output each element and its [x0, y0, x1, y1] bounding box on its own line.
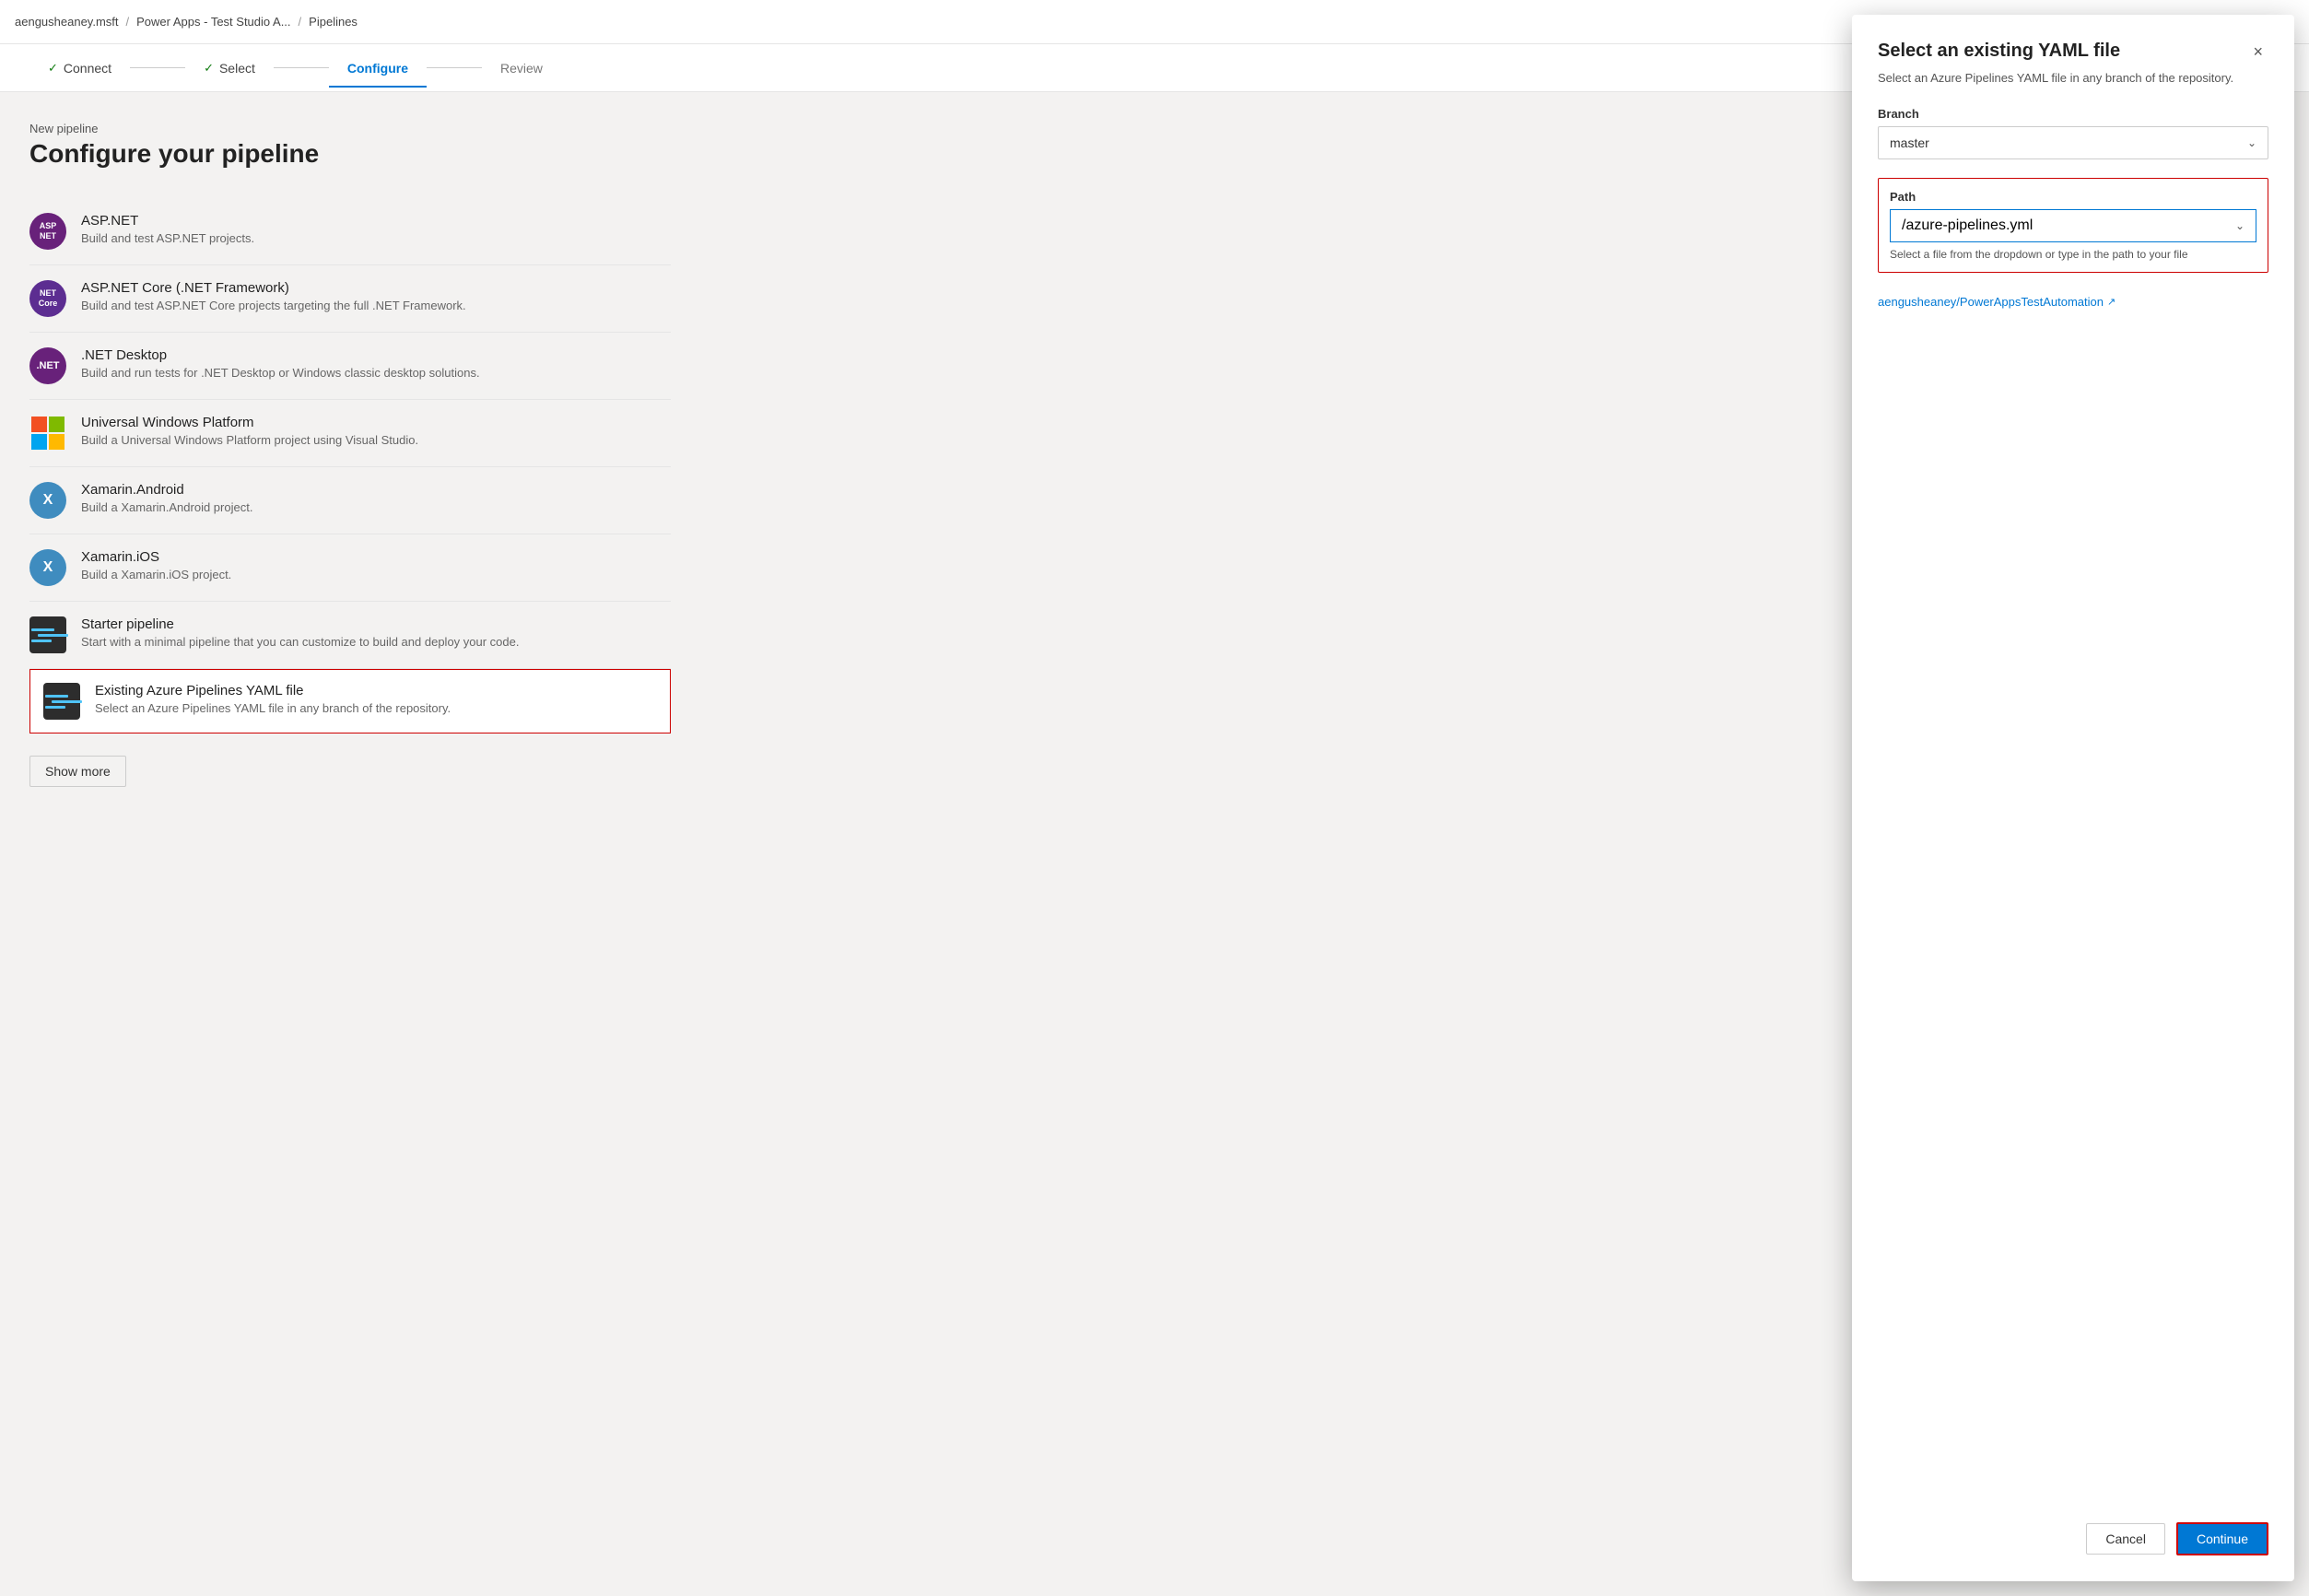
- topbar-sep2: /: [299, 15, 302, 29]
- uwp-icon: [29, 415, 66, 452]
- option-xamarin-ios-title: Xamarin.iOS: [81, 549, 671, 565]
- branch-chevron-icon: ⌄: [2247, 136, 2256, 149]
- path-chevron-icon[interactable]: ⌄: [2235, 219, 2245, 232]
- show-more-button[interactable]: Show more: [29, 756, 126, 787]
- repo-link[interactable]: aengusheaney/PowerAppsTestAutomation ↗: [1878, 295, 2268, 309]
- option-existing-yaml[interactable]: Existing Azure Pipelines YAML file Selec…: [29, 669, 671, 733]
- starter-icon: [29, 616, 66, 653]
- option-aspnet-title: ASP.NET: [81, 213, 671, 229]
- option-aspnet[interactable]: ASPNET ASP.NET Build and test ASP.NET pr…: [29, 198, 671, 265]
- step-line-1: [130, 67, 185, 68]
- xamarin-android-icon: X: [29, 482, 66, 519]
- path-input-wrapper: /azure-pipelines.yml ⌄: [1890, 209, 2256, 242]
- path-hint: Select a file from the dropdown or type …: [1890, 248, 2256, 261]
- wizard-step-connect[interactable]: ✓ Connect: [29, 61, 130, 76]
- option-net-desktop[interactable]: .NET .NET Desktop Build and run tests fo…: [29, 333, 671, 400]
- option-existing-yaml-title: Existing Azure Pipelines YAML file: [95, 683, 657, 698]
- option-net-desktop-desc: Build and run tests for .NET Desktop or …: [81, 366, 671, 380]
- repo-link-label: aengusheaney/PowerAppsTestAutomation: [1878, 295, 2104, 309]
- option-uwp-desc: Build a Universal Windows Platform proje…: [81, 433, 671, 447]
- yaml-modal: Select an existing YAML file × Select an…: [1852, 15, 2294, 1581]
- wizard-step-select[interactable]: ✓ Select: [185, 61, 274, 76]
- option-aspnet-core[interactable]: NETCore ASP.NET Core (.NET Framework) Bu…: [29, 265, 671, 333]
- path-value[interactable]: /azure-pipelines.yml: [1902, 217, 2033, 234]
- branch-label: Branch: [1878, 107, 2268, 121]
- option-starter-desc: Start with a minimal pipeline that you c…: [81, 635, 671, 649]
- option-uwp[interactable]: Universal Windows Platform Build a Unive…: [29, 400, 671, 467]
- aspnet-core-icon: NETCore: [29, 280, 66, 317]
- topbar-org[interactable]: aengusheaney.msft: [15, 15, 119, 29]
- topbar-sep1: /: [126, 15, 130, 29]
- option-starter-text: Starter pipeline Start with a minimal pi…: [81, 616, 671, 649]
- aspnet-icon: ASPNET: [29, 213, 66, 250]
- branch-form-group: Branch master ⌄: [1878, 107, 2268, 159]
- connect-label: Connect: [64, 61, 111, 76]
- cancel-button[interactable]: Cancel: [2086, 1523, 2165, 1555]
- modal-header: Select an existing YAML file ×: [1878, 41, 2268, 64]
- path-label: Path: [1890, 190, 2256, 204]
- select-label: Select: [219, 61, 255, 76]
- option-existing-yaml-text: Existing Azure Pipelines YAML file Selec…: [95, 683, 657, 715]
- branch-select[interactable]: master ⌄: [1878, 126, 2268, 159]
- option-net-desktop-title: .NET Desktop: [81, 347, 671, 363]
- modal-subtitle: Select an Azure Pipelines YAML file in a…: [1878, 71, 2268, 85]
- option-starter-title: Starter pipeline: [81, 616, 671, 632]
- review-label: Review: [500, 61, 543, 76]
- pipeline-options-list: ASPNET ASP.NET Build and test ASP.NET pr…: [29, 198, 671, 733]
- connect-check-icon: ✓: [48, 61, 58, 76]
- path-form-group: Path /azure-pipelines.yml ⌄ Select a fil…: [1878, 178, 2268, 273]
- option-uwp-text: Universal Windows Platform Build a Unive…: [81, 415, 671, 447]
- select-check-icon: ✓: [204, 61, 214, 76]
- option-xamarin-android[interactable]: X Xamarin.Android Build a Xamarin.Androi…: [29, 467, 671, 534]
- option-xamarin-ios-desc: Build a Xamarin.iOS project.: [81, 568, 671, 581]
- option-aspnet-core-text: ASP.NET Core (.NET Framework) Build and …: [81, 280, 671, 312]
- option-net-desktop-text: .NET Desktop Build and run tests for .NE…: [81, 347, 671, 380]
- option-xamarin-android-text: Xamarin.Android Build a Xamarin.Android …: [81, 482, 671, 514]
- option-aspnet-text: ASP.NET Build and test ASP.NET projects.: [81, 213, 671, 245]
- option-starter[interactable]: Starter pipeline Start with a minimal pi…: [29, 602, 671, 669]
- option-xamarin-ios-text: Xamarin.iOS Build a Xamarin.iOS project.: [81, 549, 671, 581]
- option-xamarin-android-title: Xamarin.Android: [81, 482, 671, 498]
- modal-close-button[interactable]: ×: [2247, 41, 2268, 64]
- topbar-current-page: Pipelines: [309, 15, 357, 29]
- option-existing-yaml-desc: Select an Azure Pipelines YAML file in a…: [95, 701, 657, 715]
- new-pipeline-label: New pipeline: [29, 122, 671, 135]
- step-line-3: [427, 67, 482, 68]
- modal-footer: Cancel Continue: [1878, 1522, 2268, 1555]
- existing-yaml-icon: [43, 683, 80, 720]
- option-aspnet-desc: Build and test ASP.NET projects.: [81, 231, 671, 245]
- external-link-icon: ↗: [2107, 296, 2116, 308]
- option-aspnet-core-title: ASP.NET Core (.NET Framework): [81, 280, 671, 296]
- configure-title: Configure your pipeline: [29, 139, 671, 169]
- option-xamarin-ios[interactable]: X Xamarin.iOS Build a Xamarin.iOS projec…: [29, 534, 671, 602]
- net-desktop-icon: .NET: [29, 347, 66, 384]
- option-uwp-title: Universal Windows Platform: [81, 415, 671, 430]
- step-line-2: [274, 67, 329, 68]
- continue-button[interactable]: Continue: [2176, 1522, 2268, 1555]
- wizard-step-review[interactable]: Review: [482, 61, 561, 76]
- option-aspnet-core-desc: Build and test ASP.NET Core projects tar…: [81, 299, 671, 312]
- topbar-project-link[interactable]: Power Apps - Test Studio A...: [136, 15, 290, 29]
- option-xamarin-android-desc: Build a Xamarin.Android project.: [81, 500, 671, 514]
- wizard-step-configure[interactable]: Configure: [329, 61, 427, 76]
- xamarin-ios-icon: X: [29, 549, 66, 586]
- configure-label: Configure: [347, 61, 408, 76]
- branch-value: master: [1890, 135, 1929, 150]
- main-content: New pipeline Configure your pipeline ASP…: [0, 92, 700, 816]
- modal-title: Select an existing YAML file: [1878, 41, 2120, 62]
